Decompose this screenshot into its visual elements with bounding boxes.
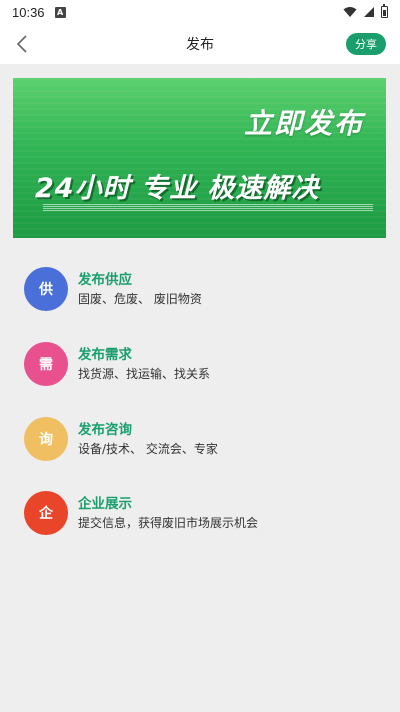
- battery-icon: [381, 4, 388, 18]
- supply-badge-icon: 供: [24, 267, 68, 311]
- page-title: 发布: [186, 37, 214, 53]
- demand-badge-icon: 需: [24, 342, 68, 386]
- banner-underline: [43, 204, 373, 212]
- promo-banner[interactable]: 立即发布 24小时 专业 极速解决: [13, 78, 386, 238]
- share-button[interactable]: 分享: [346, 33, 386, 55]
- notification-icon: A: [54, 6, 66, 18]
- item-title: 发布咨询: [78, 421, 132, 438]
- app-header: 发布 分享: [0, 24, 400, 64]
- company-badge-icon: 企: [24, 491, 68, 535]
- banner-subtitle: 24小时 专业 极速解决: [35, 173, 320, 204]
- inquiry-badge-icon: 询: [24, 417, 68, 461]
- item-subtitle: 设备/技术、 交流会、专家: [78, 441, 218, 456]
- back-button[interactable]: [10, 32, 34, 56]
- item-subtitle: 提交信息，获得废旧市场展示机会: [78, 515, 259, 530]
- wifi-icon: [343, 7, 357, 17]
- item-title: 发布需求: [78, 346, 132, 363]
- status-bar: 10:36 A: [0, 0, 400, 24]
- status-time: 10:36: [12, 4, 45, 20]
- chevron-left-icon: [16, 35, 27, 53]
- item-subtitle: 固废、危废、 废旧物资: [78, 291, 202, 306]
- signal-icon: [364, 7, 374, 17]
- publish-supply-item[interactable]: 供 发布供应 固废、危废、 废旧物资: [24, 267, 384, 311]
- company-showcase-item[interactable]: 企 企业展示 提交信息，获得废旧市场展示机会: [24, 491, 384, 535]
- publish-inquiry-item[interactable]: 询 发布咨询 设备/技术、 交流会、专家: [24, 417, 384, 461]
- item-subtitle: 找货源、找运输、找关系: [78, 366, 211, 381]
- publish-demand-item[interactable]: 需 发布需求 找货源、找运输、找关系: [24, 342, 384, 386]
- item-title: 企业展示: [78, 495, 132, 512]
- status-icons: [343, 4, 388, 18]
- banner-title: 立即发布: [243, 107, 364, 140]
- item-title: 发布供应: [78, 271, 132, 288]
